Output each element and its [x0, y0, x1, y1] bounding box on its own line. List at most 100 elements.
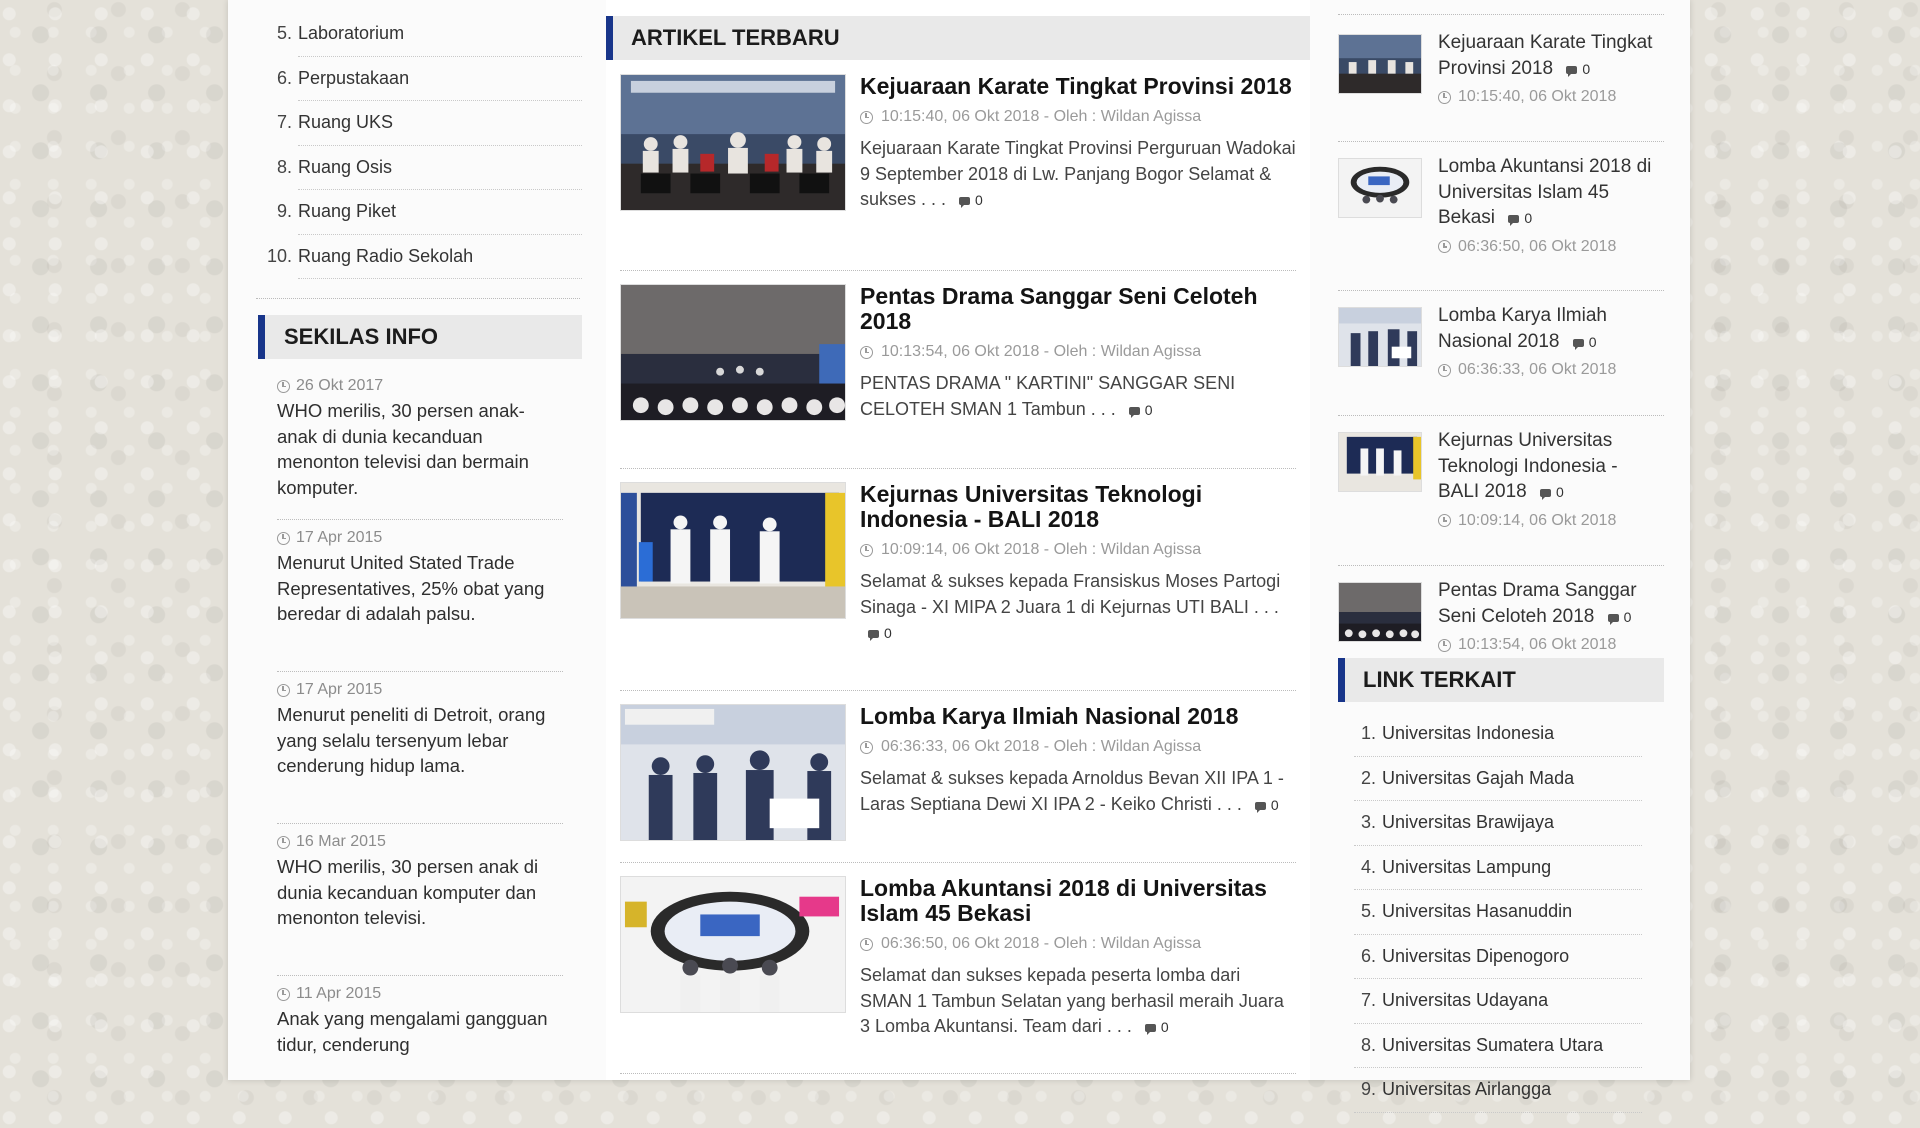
comment-count-value: 0	[1524, 210, 1533, 226]
akuntansi-photo	[1339, 159, 1421, 217]
info-date: 11 Apr 2015	[277, 982, 563, 1006]
link-item-usu[interactable]: 8. Universitas Sumatera Utara	[1354, 1024, 1642, 1068]
article-thumbnail[interactable]	[620, 482, 846, 619]
recent-post-thumbnail[interactable]	[1338, 582, 1422, 642]
right-top-divider	[1338, 14, 1664, 15]
article-thumbnail[interactable]	[620, 284, 846, 421]
link-item-dipenogoro[interactable]: 6. Universitas Dipenogoro	[1354, 935, 1642, 979]
recent-post-title[interactable]: Pentas Drama Sanggar Seni Celoteh 2018	[1438, 580, 1637, 627]
link-item-ugm[interactable]: 2. Universitas Gajah Mada	[1354, 757, 1642, 801]
recent-post-thumbnail[interactable]	[1338, 307, 1422, 367]
article-thumbnail[interactable]	[620, 74, 846, 211]
recent-post-title[interactable]: Kejuaraan Karate Tingkat Provinsi 2018	[1438, 32, 1652, 79]
comment-icon	[1540, 489, 1552, 501]
drama-photo	[1339, 583, 1421, 641]
link-number: 4.	[1360, 856, 1376, 877]
info-text: WHO merilis, 30 persen anak di dunia kec…	[277, 856, 539, 928]
link-label[interactable]: Universitas Udayana	[1382, 990, 1548, 1011]
room-label[interactable]: Ruang Osis	[298, 157, 392, 178]
recent-post-title-wrap: Lomba Karya Ilmiah Nasional 2018 0	[1438, 303, 1664, 355]
artikel-terbaru-heading: ARTIKEL TERBARU	[606, 16, 1310, 60]
recent-post-body: Lomba Karya Ilmiah Nasional 2018 0 06:36…	[1438, 303, 1664, 379]
article-body: Kejurnas Universitas Teknologi Indonesia…	[860, 482, 1296, 647]
room-item-ruang-uks[interactable]: 7. Ruang UKS	[277, 101, 582, 146]
room-item-ruang-radio[interactable]: 10. Ruang Radio Sekolah	[267, 235, 582, 279]
recent-post-thumbnail[interactable]	[1338, 432, 1422, 492]
article-meta: 10:15:40, 06 Okt 2018 - Oleh : Wildan Ag…	[860, 108, 1296, 126]
info-date-text: 26 Okt 2017	[296, 377, 384, 394]
recent-post-title[interactable]: Lomba Akuntansi 2018 di Universitas Isla…	[1438, 156, 1651, 228]
recent-post-item[interactable]: Lomba Karya Ilmiah Nasional 2018 0 06:36…	[1338, 303, 1664, 416]
clock-icon	[277, 835, 290, 849]
link-label[interactable]: Universitas Lampung	[1382, 857, 1551, 878]
article-title[interactable]: Kejuaraan Karate Tingkat Provinsi 2018	[860, 74, 1296, 99]
recent-post-thumbnail[interactable]	[1338, 158, 1422, 218]
room-number: 8.	[276, 156, 292, 177]
recent-post-body: Kejurnas Universitas Teknologi Indonesia…	[1438, 428, 1664, 530]
ilmiah-photo	[621, 705, 845, 840]
comment-count: 0	[959, 192, 983, 209]
link-label[interactable]: Universitas Gajah Mada	[1382, 768, 1574, 789]
link-terkait-title: LINK TERKAIT	[1363, 667, 1516, 692]
link-label[interactable]: Universitas Sumatera Utara	[1382, 1035, 1603, 1056]
room-label[interactable]: Ruang Radio Sekolah	[298, 246, 473, 267]
recent-post-date-text: 10:13:54, 06 Okt 2018	[1458, 636, 1617, 653]
clock-icon	[277, 683, 290, 697]
recent-post-item[interactable]: Kejurnas Universitas Teknologi Indonesia…	[1338, 428, 1664, 566]
link-label[interactable]: Universitas Indonesia	[1382, 723, 1554, 744]
link-item-airlangga[interactable]: 9. Universitas Airlangga	[1354, 1068, 1642, 1113]
recent-post-date-text: 10:15:40, 06 Okt 2018	[1458, 88, 1617, 105]
article-body: Pentas Drama Sanggar Seni Celoteh 2018 1…	[860, 284, 1296, 423]
link-item-hasanuddin[interactable]: 5. Universitas Hasanuddin	[1354, 890, 1642, 935]
comment-count-value: 0	[1623, 608, 1632, 625]
room-number: 6.	[276, 67, 292, 88]
room-item-laboratorium[interactable]: 5. Laboratorium	[277, 12, 582, 57]
link-item-lampung[interactable]: 4. Universitas Lampung	[1354, 846, 1642, 890]
article-excerpt-text: Kejuaraan Karate Tingkat Provinsi Pergur…	[860, 138, 1296, 209]
room-item-ruang-piket[interactable]: 9. Ruang Piket	[277, 190, 582, 235]
room-list: 5. Laboratorium 6. Perpustakaan 7. Ruang…	[267, 12, 582, 279]
room-label[interactable]: Laboratorium	[298, 23, 404, 44]
room-label[interactable]: Ruang Piket	[298, 201, 396, 222]
room-item-perpustakaan[interactable]: 6. Perpustakaan	[277, 57, 582, 101]
recent-post-title-wrap: Kejuaraan Karate Tingkat Provinsi 2018 0	[1438, 30, 1664, 82]
recent-posts-list: Kejuaraan Karate Tingkat Provinsi 2018 0…	[1338, 30, 1664, 689]
clock-icon	[277, 379, 290, 393]
link-label[interactable]: Universitas Brawijaya	[1382, 812, 1554, 833]
recent-post-title[interactable]: Kejurnas Universitas Teknologi Indonesia…	[1438, 430, 1618, 502]
room-item-ruang-osis[interactable]: 8. Ruang Osis	[277, 146, 582, 190]
article-thumbnail[interactable]	[620, 704, 846, 841]
comment-count: 0	[1607, 608, 1632, 625]
link-label[interactable]: Universitas Hasanuddin	[1382, 901, 1572, 922]
ilmiah-photo	[1339, 308, 1421, 366]
article-meta-text: 10:15:40, 06 Okt 2018 - Oleh : Wildan Ag…	[881, 108, 1202, 125]
akuntansi-photo	[621, 877, 845, 1012]
drama-photo	[621, 285, 845, 420]
info-text: Menurut peneliti di Detroit, orang yang …	[277, 704, 546, 776]
article-title[interactable]: Lomba Akuntansi 2018 di Universitas Isla…	[860, 876, 1296, 926]
room-number: 7.	[276, 112, 292, 133]
article-title[interactable]: Kejurnas Universitas Teknologi Indonesia…	[860, 482, 1296, 532]
comment-icon	[1508, 215, 1520, 227]
comment-icon	[1144, 1024, 1156, 1036]
article-thumbnail[interactable]	[620, 876, 846, 1013]
link-label[interactable]: Universitas Dipenogoro	[1382, 946, 1569, 967]
link-item-brawijaya[interactable]: 3. Universitas Brawijaya	[1354, 801, 1642, 846]
room-label[interactable]: Ruang UKS	[298, 112, 393, 133]
article-title[interactable]: Lomba Karya Ilmiah Nasional 2018	[860, 704, 1296, 729]
recent-post-thumbnail[interactable]	[1338, 34, 1422, 94]
comment-count-value: 0	[1270, 796, 1279, 813]
link-label[interactable]: Universitas Airlangga	[1382, 1079, 1551, 1100]
comment-icon	[868, 630, 879, 642]
info-date-text: 11 Apr 2015	[296, 985, 382, 1002]
recent-post-item[interactable]: Lomba Akuntansi 2018 di Universitas Isla…	[1338, 154, 1664, 291]
article-excerpt: Selamat dan sukses kepada peserta lomba …	[860, 963, 1296, 1041]
info-item: 16 Mar 2015 WHO merilis, 30 persen anak …	[277, 824, 563, 976]
recent-post-item[interactable]: Kejuaraan Karate Tingkat Provinsi 2018 0…	[1338, 30, 1664, 142]
article-item: Lomba Akuntansi 2018 di Universitas Isla…	[620, 863, 1296, 1074]
link-item-ui[interactable]: 1. Universitas Indonesia	[1354, 712, 1642, 757]
article-title[interactable]: Pentas Drama Sanggar Seni Celoteh 2018	[860, 284, 1296, 334]
link-item-udayana[interactable]: 7. Universitas Udayana	[1354, 979, 1642, 1024]
article-item: Kejuaraan Karate Tingkat Provinsi 2018 1…	[620, 74, 1296, 271]
room-label[interactable]: Perpustakaan	[298, 68, 409, 89]
